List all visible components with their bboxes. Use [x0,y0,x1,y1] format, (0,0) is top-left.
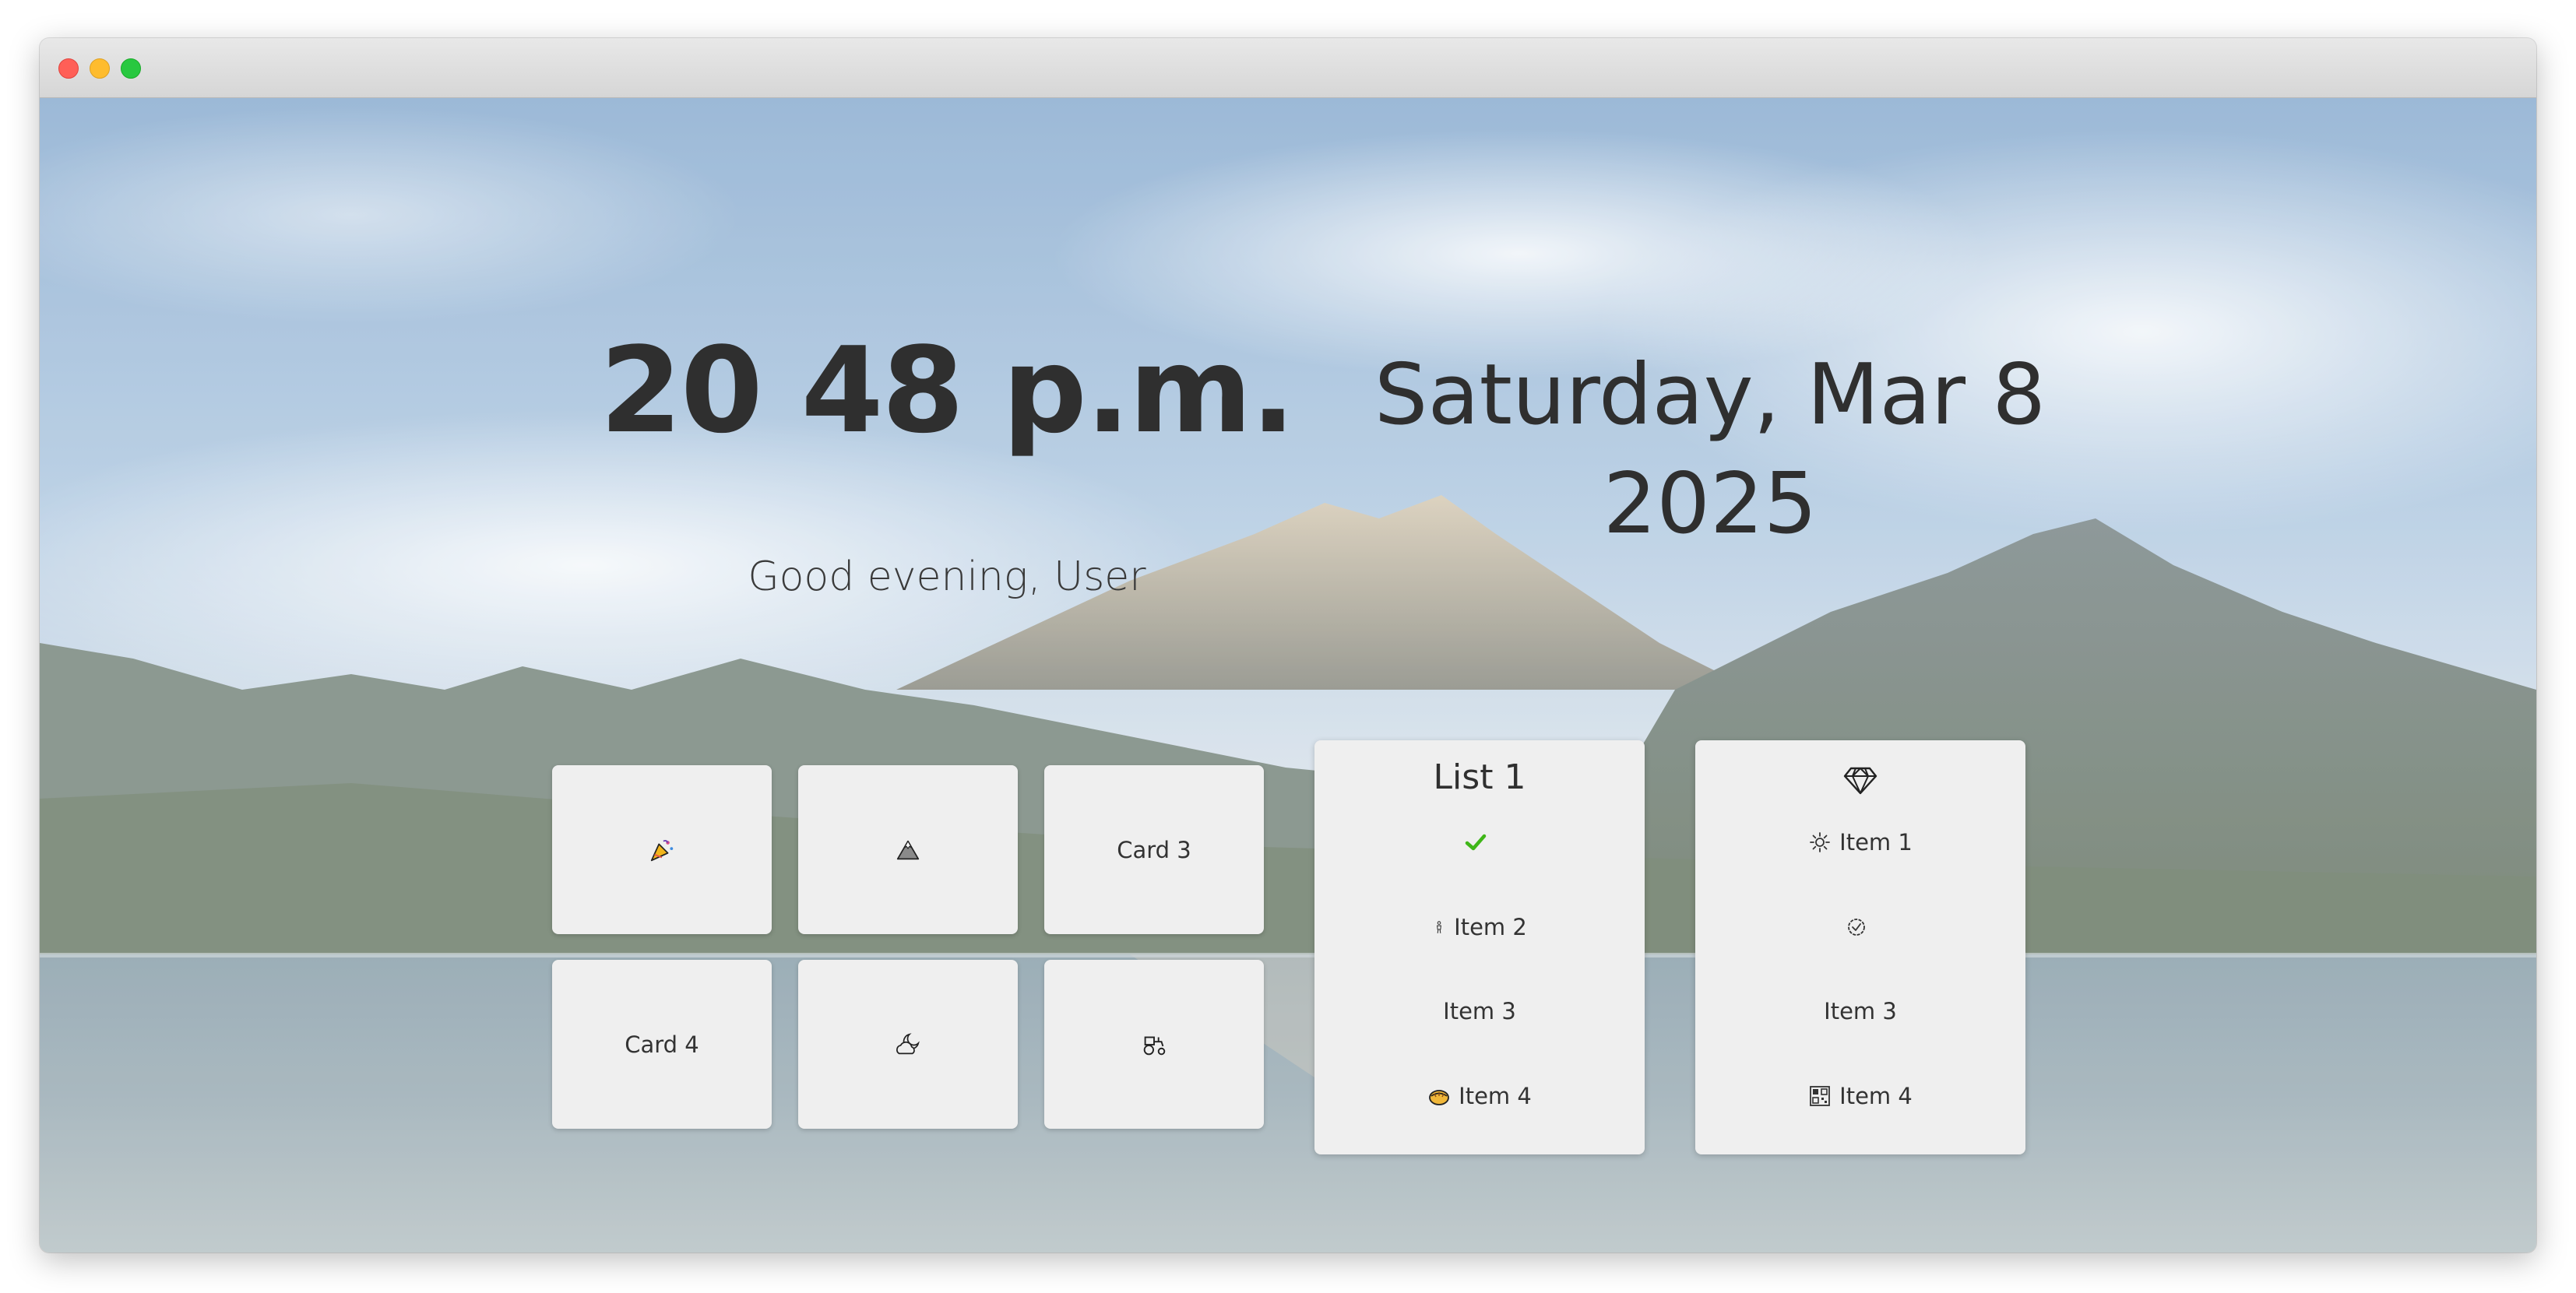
list-2-item-2[interactable] [1695,908,2025,947]
list-2-panel: Item 1 Item 3 Item 4 [1695,740,2025,1154]
card-6[interactable] [1044,960,1264,1129]
close-window-button[interactable] [58,58,79,79]
background-overlay [40,98,2536,1253]
card-1[interactable] [552,765,772,934]
person-icon [1437,921,1442,933]
party-popper-icon [650,839,674,861]
list-1-item-3-label: Item 3 [1443,998,1516,1024]
list-2-item-3-label: Item 3 [1824,998,1897,1024]
date-line-weekday: Saturday, Mar 8 [1374,346,2046,444]
list-1-item-3[interactable]: Item 3 [1314,992,1645,1031]
list-2-item-3[interactable]: Item 3 [1695,992,2025,1031]
card-3[interactable]: Card 3 [1044,765,1264,934]
sun-icon [1810,832,1831,852]
browser-window: 20 48 p.m. Good evening, User Saturday, … [40,38,2536,1253]
clock-time: 20 48 p.m. [600,321,1296,459]
pie-icon [1429,1090,1450,1105]
list-1-item-4[interactable]: Item 4 [1314,1077,1645,1116]
list-1-panel: List 1 Item 2 Item 3 Item 4 [1314,740,1645,1154]
tractor-icon [1143,1036,1166,1055]
card-5[interactable] [798,960,1018,1129]
gem-icon [1843,767,1877,795]
date-display: Saturday, Mar 8 2025 [1309,341,2111,559]
mountain-icon [896,840,920,859]
title-bar [40,38,2536,98]
minimize-window-button[interactable] [90,58,110,79]
list-2-item-1[interactable]: Item 1 [1695,823,2025,862]
card-3-label: Card 3 [1117,836,1191,863]
list-2-item-4[interactable]: Item 4 [1695,1077,2025,1116]
list-2-item-1-label: Item 1 [1839,829,1913,856]
list-1-item-2[interactable]: Item 2 [1314,908,1645,947]
card-4-label: Card 4 [625,1031,699,1058]
date-line-year: 2025 [1603,455,1818,553]
list-1-item-4-label: Item 4 [1459,1083,1532,1109]
list-2-item-4-label: Item 4 [1839,1083,1913,1109]
qr-code-icon [1810,1086,1831,1106]
checkmark-icon [1465,834,1487,851]
list-1-item-1[interactable] [1314,823,1645,862]
dashboard-page: 20 48 p.m. Good evening, User Saturday, … [40,98,2536,1253]
moon-cloud-icon [896,1032,920,1054]
card-4[interactable]: Card 4 [552,960,772,1129]
list-1-item-2-label: Item 2 [1454,914,1527,940]
list-1-title: List 1 [1433,757,1526,797]
maximize-window-button[interactable] [121,58,141,79]
check-circle-icon [1848,919,1865,936]
card-2[interactable] [798,765,1018,934]
greeting-text: Good evening, User [748,553,1146,600]
